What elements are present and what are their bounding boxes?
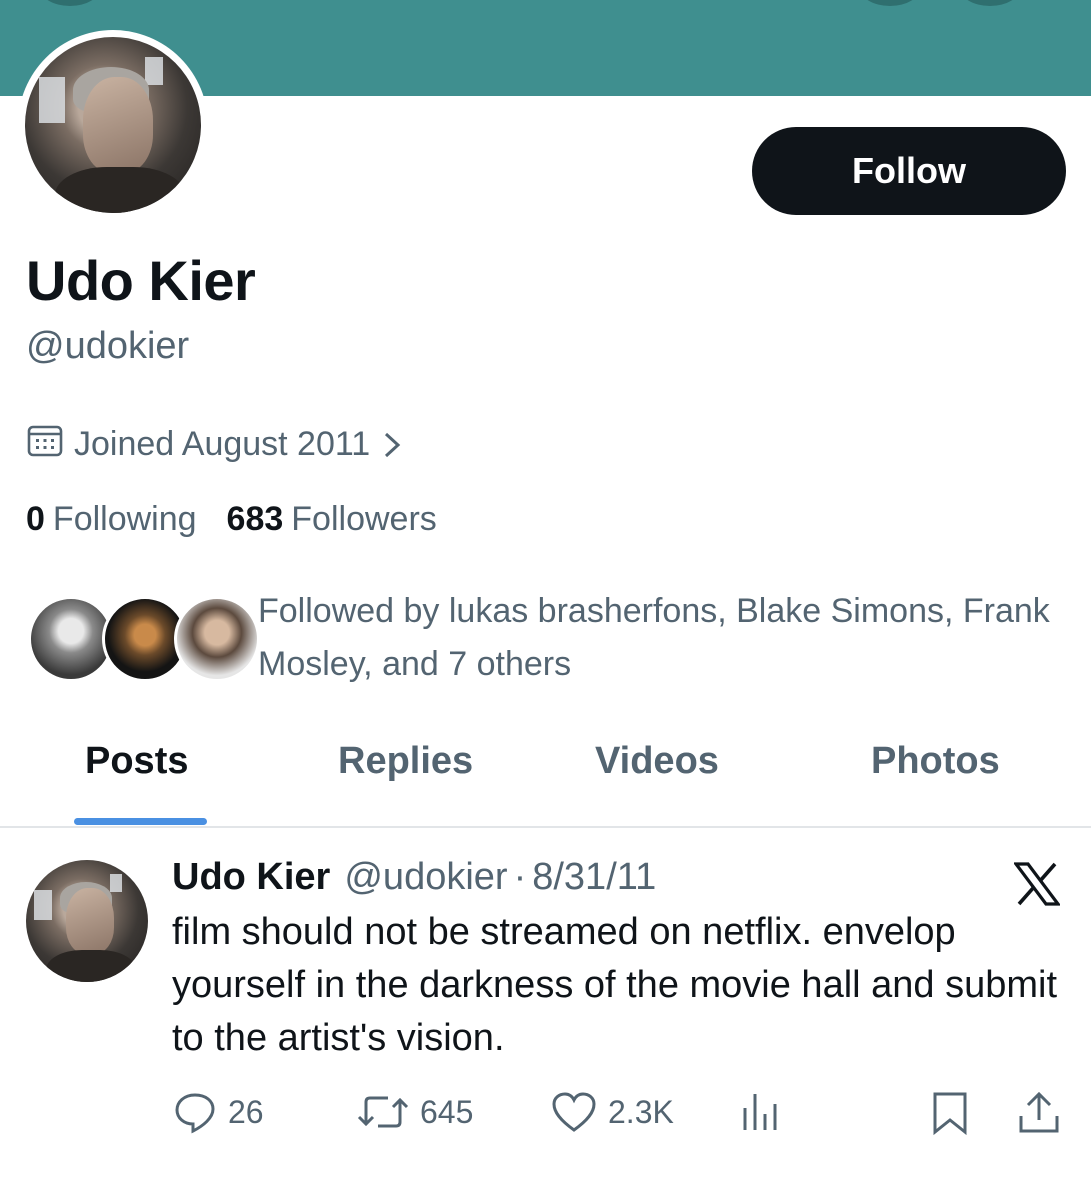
post-separator: · bbox=[513, 856, 527, 898]
views-icon bbox=[740, 1090, 792, 1134]
active-tab-indicator bbox=[74, 818, 207, 825]
share-button[interactable] bbox=[1016, 1090, 1072, 1136]
post-date[interactable]: 8/31/11 bbox=[532, 856, 656, 899]
followers-count: 683 bbox=[226, 500, 284, 538]
repost-count: 645 bbox=[420, 1093, 474, 1130]
following-stat[interactable]: 0 Following bbox=[26, 500, 197, 539]
banner-shape bbox=[40, 0, 100, 6]
like-count: 2.3K bbox=[608, 1093, 674, 1130]
post-actions: 26 645 2.3K bbox=[0, 1090, 1091, 1140]
following-count: 0 bbox=[26, 500, 45, 538]
tab-videos[interactable]: Videos bbox=[595, 740, 719, 783]
reply-count: 26 bbox=[228, 1093, 264, 1130]
banner-shape bbox=[960, 0, 1020, 6]
x-logo-icon bbox=[1012, 862, 1062, 906]
tab-photos[interactable]: Photos bbox=[871, 740, 1000, 783]
repost-icon bbox=[356, 1090, 420, 1134]
banner-shape bbox=[860, 0, 920, 6]
like-button[interactable]: 2.3K bbox=[550, 1090, 674, 1134]
followers-stat[interactable]: 683 Followers bbox=[227, 500, 437, 539]
mutual-followers-avatars[interactable] bbox=[28, 596, 260, 686]
post-author-name[interactable]: Udo Kier bbox=[172, 856, 330, 899]
profile-handle: @udokier bbox=[26, 325, 190, 367]
profile-avatar[interactable] bbox=[18, 30, 208, 220]
post-text: film should not be streamed on netflix. … bbox=[172, 911, 1058, 1059]
repost-button[interactable]: 645 bbox=[356, 1090, 473, 1134]
joined-label: Joined August 2011 bbox=[74, 425, 371, 463]
bookmark-icon bbox=[930, 1090, 980, 1136]
profile-tabs: Posts Replies Videos Photos bbox=[0, 728, 1091, 826]
profile-display-name: Udo Kier bbox=[26, 249, 256, 312]
follow-button[interactable]: Follow bbox=[752, 127, 1066, 215]
tab-replies[interactable]: Replies bbox=[338, 740, 473, 783]
divider bbox=[0, 826, 1091, 828]
avatar bbox=[174, 596, 260, 682]
calendar-icon bbox=[26, 422, 74, 467]
bookmark-button[interactable] bbox=[930, 1090, 980, 1136]
post-author-handle[interactable]: @udokier bbox=[344, 856, 507, 899]
views-button[interactable] bbox=[740, 1090, 792, 1134]
following-label: Following bbox=[52, 500, 197, 538]
heart-icon bbox=[550, 1090, 608, 1134]
post-author-avatar[interactable] bbox=[26, 860, 148, 982]
reply-button[interactable]: 26 bbox=[172, 1090, 264, 1134]
follow-stats: 0 Following 683 Followers bbox=[26, 500, 437, 539]
followed-by-text[interactable]: Followed by lukas brasherfons, Blake Sim… bbox=[258, 585, 1058, 691]
share-icon bbox=[1016, 1090, 1072, 1136]
chevron-right-icon bbox=[382, 430, 412, 460]
reply-icon bbox=[172, 1090, 228, 1134]
followers-label: Followers bbox=[291, 500, 437, 538]
post-header: Udo Kier @udokier · 8/31/11 bbox=[172, 856, 656, 899]
profile-avatar-image bbox=[25, 37, 201, 213]
joined-date[interactable]: Joined August 2011 bbox=[26, 422, 412, 467]
tab-posts[interactable]: Posts bbox=[85, 740, 188, 783]
